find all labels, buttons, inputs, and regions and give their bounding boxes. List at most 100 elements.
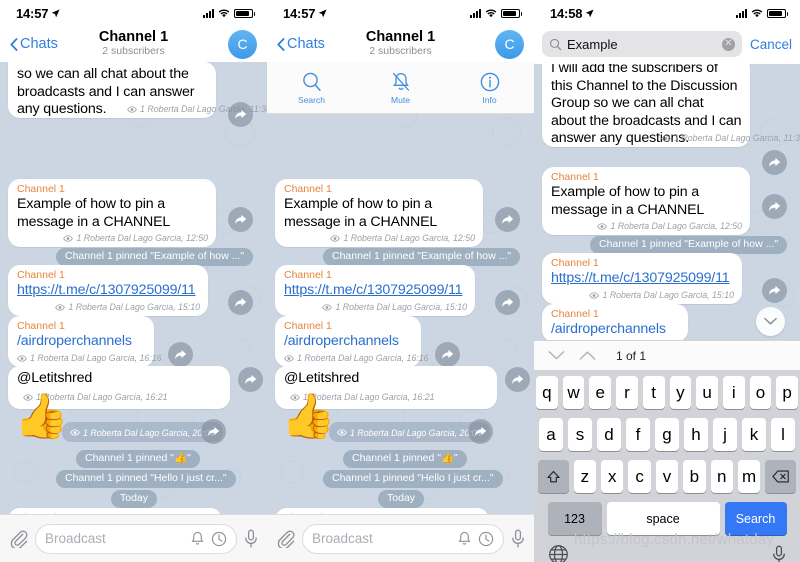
search-input[interactable]: Example ✕ [542,31,742,57]
back-to-chats-button[interactable]: Chats [10,36,58,52]
chevron-left-icon [277,37,285,51]
message-bubble[interactable]: Channel 1 https://t.me/c/1307925099/11 1… [275,265,475,316]
key-n[interactable]: n [710,460,733,493]
message-command[interactable]: /airdroperchannels [284,333,413,351]
bell-icon[interactable] [190,531,205,547]
chat-scroll-area[interactable]: I will add the subscribers of this Chann… [534,62,800,562]
cancel-search-button[interactable]: Cancel [750,37,792,52]
avatar[interactable]: C [228,29,257,59]
message-bubble[interactable]: Channel 1 Example of how to pin a messag… [275,179,483,247]
key-f[interactable]: f [626,418,650,451]
message-bubble[interactable]: Channel 1 Example of how to pin a messag… [8,179,216,247]
paperclip-icon[interactable] [9,529,28,548]
message-mention[interactable]: @Letitshred [17,370,92,386]
key-h[interactable]: h [684,418,708,451]
chevron-down-icon[interactable] [548,350,565,361]
message-command[interactable]: /airdroperchannels [551,321,680,339]
forward-button[interactable] [228,102,253,127]
key-o[interactable]: o [749,376,772,409]
back-to-chats-button[interactable]: Chats [277,36,325,52]
key-m[interactable]: m [737,460,761,493]
clear-search-icon[interactable]: ✕ [721,37,735,51]
action-mute[interactable]: Mute [356,62,445,113]
key-b[interactable]: b [683,460,706,493]
forward-button[interactable] [228,207,253,232]
forward-button[interactable] [762,194,787,219]
key-u[interactable]: u [696,376,718,409]
location-arrow-icon [51,8,60,17]
chat-scroll-area[interactable]: questions. 1 Roberta Dal Lago Garcia, 11… [267,62,534,562]
space-key[interactable]: space [606,502,720,535]
key-r[interactable]: r [616,376,638,409]
message-emoji[interactable]: 👍 [281,395,336,439]
search-results-bar: 1 of 1 [534,340,800,371]
globe-icon[interactable] [548,544,569,562]
chat-scroll-area[interactable]: so we can all chat about the broadcasts … [0,62,267,562]
key-l[interactable]: l [771,418,795,451]
key-g[interactable]: g [655,418,679,451]
message-bubble[interactable]: Channel 1 https://t.me/c/1307925099/11 1… [542,253,742,304]
key-i[interactable]: i [722,376,745,409]
battery-icon [234,8,255,18]
forward-button[interactable] [762,278,787,303]
key-k[interactable]: k [742,418,766,451]
search-return-key[interactable]: Search [724,502,787,535]
forward-button[interactable] [201,419,226,444]
key-e[interactable]: e [589,376,612,409]
message-bubble[interactable]: Channel 1 https://t.me/c/1307925099/11 1… [8,265,208,316]
broadcast-input[interactable]: Broadcast [35,523,237,554]
forward-button[interactable] [238,367,263,392]
message-bubble[interactable]: Channel 1 /airdroperchannels [542,304,688,342]
message-bubble[interactable]: I will add the subscribers of this Chann… [542,62,800,147]
key-a[interactable]: a [539,418,563,451]
bell-icon[interactable] [457,531,472,547]
microphone-icon[interactable] [244,529,258,549]
key-s[interactable]: s [568,418,592,451]
microphone-icon[interactable] [772,545,786,562]
shift-key[interactable] [538,460,569,493]
key-v[interactable]: v [655,460,679,493]
key-w[interactable]: w [562,376,585,409]
key-t[interactable]: t [642,376,665,409]
message-meta: 1 Roberta Dal Lago Garcia, 15:10 [322,302,467,313]
avatar[interactable]: C [495,29,524,59]
key-y[interactable]: y [669,376,692,409]
forward-button[interactable] [228,290,253,315]
message-bubble[interactable]: Channel 1 /airdroperchannels 1 Roberta D… [275,316,429,367]
numeric-key[interactable]: 123 [547,502,602,535]
message-mention[interactable]: @Letitshred [284,370,359,386]
key-q[interactable]: q [535,376,558,409]
forward-button[interactable] [505,367,530,392]
backspace-key[interactable] [765,460,797,493]
forward-button[interactable] [495,207,520,232]
message-command[interactable]: /airdroperchannels [17,333,146,351]
key-j[interactable]: j [713,418,737,451]
key-c[interactable]: c [628,460,651,493]
clock-icon[interactable] [211,531,227,547]
clock-icon[interactable] [478,531,494,547]
key-d[interactable]: d [597,418,621,451]
message-link[interactable]: https://t.me/c/1307925099/11 [551,270,734,288]
paperclip-icon[interactable] [276,529,295,548]
forward-button[interactable] [468,419,493,444]
meta-text: 1 Roberta Dal Lago Garcia, 16:16 [30,352,162,363]
forward-button[interactable] [762,150,787,175]
key-x[interactable]: x [601,460,624,493]
action-info[interactable]: Info [445,62,534,113]
message-link[interactable]: https://t.me/c/1307925099/11 [17,282,200,300]
action-search[interactable]: Search [267,62,356,113]
forward-button[interactable] [168,342,193,367]
broadcast-input[interactable]: Broadcast [302,523,504,554]
chevron-up-icon[interactable] [579,350,596,361]
message-bubble[interactable]: Channel 1 Example of how to pin a messag… [542,167,750,235]
microphone-icon[interactable] [511,529,525,549]
key-z[interactable]: z [573,460,597,493]
message-bubble[interactable]: Channel 1 /airdroperchannels 1 Roberta D… [8,316,162,367]
message-bubble[interactable]: so we can all chat about the broadcasts … [8,62,267,118]
forward-button[interactable] [495,290,520,315]
forward-button[interactable] [435,342,460,367]
scroll-to-bottom-button[interactable] [756,307,785,336]
message-link[interactable]: https://t.me/c/1307925099/11 [284,282,467,300]
key-p[interactable]: p [776,376,799,409]
message-emoji[interactable]: 👍 [14,395,69,439]
